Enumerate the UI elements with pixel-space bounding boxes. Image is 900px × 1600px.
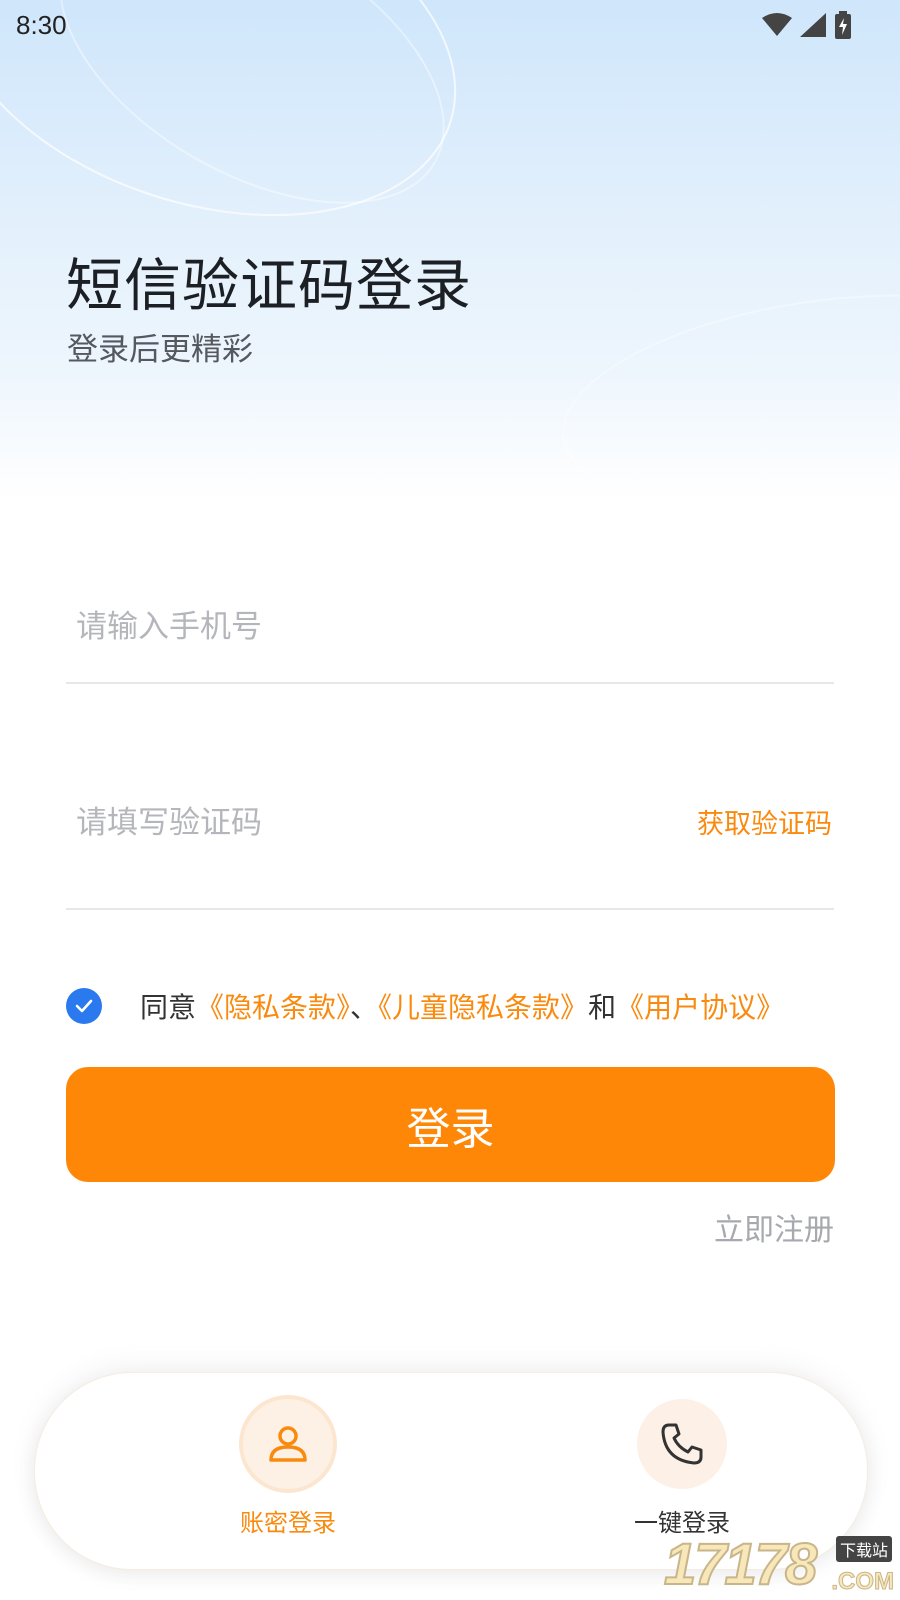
account-login-icon-wrap: [243, 1399, 333, 1489]
battery-icon: [835, 11, 851, 39]
checkmark-icon: [75, 999, 93, 1013]
privacy-policy-link[interactable]: 《隐私条款》: [196, 991, 350, 1024]
agreement-row: 同意《隐私条款》、《儿童隐私条款》和《用户协议》: [66, 986, 784, 1026]
agreement-prefix: 同意: [140, 991, 197, 1024]
get-code-button[interactable]: 获取验证码: [697, 802, 832, 841]
verification-code-input[interactable]: [76, 798, 596, 848]
watermark-tag: 下载站: [835, 1536, 892, 1562]
agreement-checkbox[interactable]: [66, 988, 102, 1024]
phone-input[interactable]: [76, 602, 596, 652]
account-login-label: 账密登录: [240, 1509, 336, 1537]
phone-icon: [661, 1423, 703, 1465]
page-subtitle: 登录后更精彩: [67, 332, 253, 368]
phone-field: [66, 572, 834, 684]
decorative-ribbon: [548, 264, 900, 500]
cellular-signal-icon: [800, 13, 826, 37]
page-title: 短信验证码登录: [66, 253, 472, 319]
one-click-login-icon-wrap: [637, 1399, 727, 1489]
wifi-icon: [762, 13, 792, 36]
status-bar: 8:30: [0, 0, 900, 50]
watermark-suffix: .COM: [831, 1568, 895, 1596]
account-login-option[interactable]: 账密登录: [208, 1399, 368, 1538]
code-field: 获取验证码: [66, 768, 834, 910]
user-icon: [269, 1426, 307, 1462]
watermark-number: 17178: [663, 1531, 818, 1598]
one-click-login-option[interactable]: 一键登录: [602, 1399, 762, 1538]
user-agreement-link[interactable]: 《用户协议》: [616, 991, 784, 1024]
site-watermark: 17178 下载站 .COM: [663, 1531, 895, 1600]
status-time: 8:30: [16, 10, 67, 40]
agreement-separator: 、: [350, 991, 379, 1024]
register-link[interactable]: 立即注册: [714, 1205, 834, 1249]
agreement-separator: 和: [588, 991, 617, 1024]
child-privacy-policy-link[interactable]: 《儿童隐私条款》: [378, 991, 588, 1024]
login-button[interactable]: 登录: [66, 1067, 835, 1182]
agreement-text: 同意《隐私条款》、《儿童隐私条款》和《用户协议》: [140, 986, 784, 1026]
